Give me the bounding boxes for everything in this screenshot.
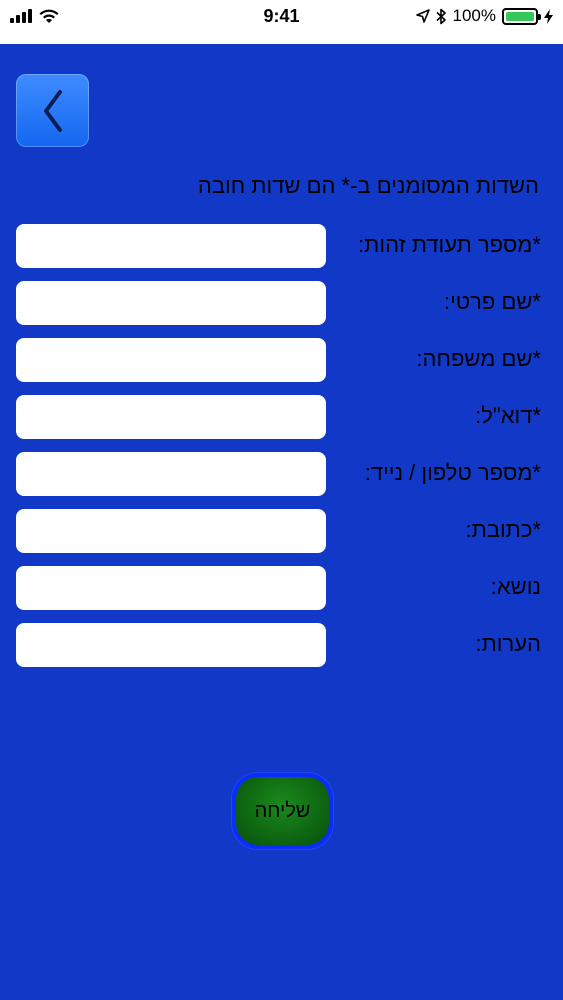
address-input[interactable] — [16, 509, 326, 553]
id-number-label: *מספר תעודת זהות: — [358, 232, 541, 257]
form-row-id-number: *מספר תעודת זהות: — [16, 224, 541, 268]
battery-percent: 100% — [452, 6, 496, 25]
status-right: 100% — [415, 6, 553, 26]
first-name-input[interactable] — [16, 281, 326, 325]
form-row-last-name: *שם משפחה: — [16, 338, 541, 382]
form-row-address: *כתובת: — [16, 509, 541, 553]
subject-label: נושא: — [490, 574, 541, 599]
required-fields-note: השדות המסומנים ב-* הם שדות חובה — [197, 173, 539, 198]
subject-input[interactable] — [16, 566, 326, 610]
form-row-phone: *מספר טלפון / נייד: — [16, 452, 541, 496]
form-row-subject: נושא: — [16, 566, 541, 610]
phone-label: *מספר טלפון / נייד: — [364, 460, 541, 485]
battery-icon — [502, 7, 541, 25]
id-number-input[interactable] — [16, 224, 326, 268]
location-arrow-icon — [415, 9, 430, 23]
last-name-input[interactable] — [16, 338, 326, 382]
bluetooth-icon — [435, 8, 446, 24]
email-label: *דוא"ל: — [475, 403, 541, 428]
form-row-first-name: *שם פרטי: — [16, 281, 541, 325]
charging-bolt-icon — [544, 8, 553, 24]
phone-input[interactable] — [16, 452, 326, 496]
email-input[interactable] — [16, 395, 326, 439]
submit-button[interactable]: שליחה — [232, 773, 333, 849]
form-row-email: *דוא"ל: — [16, 395, 541, 439]
chevron-left-icon — [43, 89, 62, 132]
address-label: *כתובת: — [465, 517, 542, 542]
form-row-notes: הערות: — [16, 623, 541, 667]
status-bar: 9:41 100% — [0, 0, 563, 44]
notes-label: הערות: — [475, 631, 541, 656]
first-name-label: *שם פרטי: — [443, 289, 541, 314]
back-button[interactable] — [16, 74, 89, 147]
last-name-label: *שם משפחה: — [416, 346, 541, 371]
notes-input[interactable] — [16, 623, 326, 667]
